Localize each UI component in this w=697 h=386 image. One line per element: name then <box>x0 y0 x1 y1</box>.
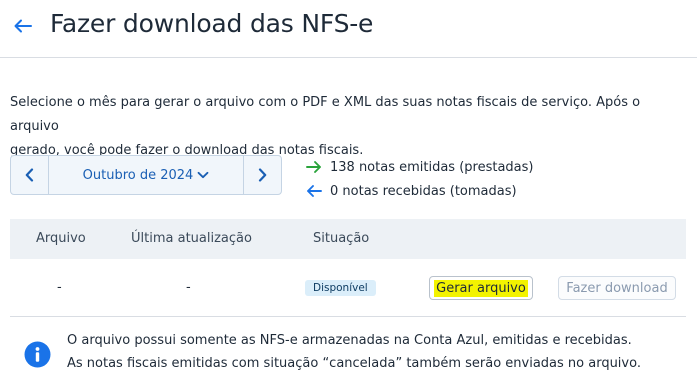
received-notes-text: 0 notas recebidas (tomadas) <box>330 183 517 199</box>
info-line-2: As notas fiscais emitidas com situação “… <box>67 356 641 371</box>
table-header: Arquivo Última atualização Situação <box>10 219 686 259</box>
received-notes-count: 0 notas recebidas (tomadas) <box>306 179 534 203</box>
instructions-text: Selecione o mês para gerar o arquivo com… <box>10 91 680 163</box>
chevron-right-icon <box>258 168 267 182</box>
back-button[interactable] <box>12 13 34 39</box>
column-header-arquivo: Arquivo <box>36 231 86 246</box>
arrow-left-icon <box>306 184 322 198</box>
page-header: Fazer download das NFS-e <box>0 0 697 58</box>
info-line-1: O arquivo possui somente as NFS-e armaze… <box>67 333 632 348</box>
generate-file-button[interactable]: Gerar arquivo <box>429 276 533 300</box>
notes-summary: 138 notas emitidas (prestadas) 0 notas r… <box>306 155 534 203</box>
arrow-left-icon <box>14 19 32 33</box>
issued-notes-text: 138 notas emitidas (prestadas) <box>330 159 534 175</box>
chevron-left-icon <box>25 168 34 182</box>
arrow-right-icon <box>306 160 322 174</box>
status-badge: Disponível <box>305 280 376 296</box>
chevron-down-icon <box>197 171 209 179</box>
month-select[interactable]: Outubro de 2024 <box>49 156 243 194</box>
cell-arquivo: - <box>57 280 62 295</box>
previous-month-button[interactable] <box>11 156 49 194</box>
instructions-line-1: Selecione o mês para gerar o arquivo com… <box>10 95 641 134</box>
download-button[interactable]: Fazer download <box>558 276 676 300</box>
next-month-button[interactable] <box>243 156 281 194</box>
generate-file-label: Gerar arquivo <box>434 279 528 297</box>
month-picker: Outubro de 2024 <box>10 155 282 195</box>
issued-notes-count: 138 notas emitidas (prestadas) <box>306 155 534 179</box>
cell-ultima-atualizacao: - <box>186 280 191 295</box>
table-row: - - Disponível Gerar arquivo Fazer downl… <box>10 259 686 317</box>
column-header-ultima-atualizacao: Última atualização <box>131 231 252 246</box>
info-icon <box>24 341 51 368</box>
info-text: O arquivo possui somente as NFS-e armaze… <box>67 329 641 375</box>
page-title: Fazer download das NFS-e <box>50 9 374 38</box>
column-header-situacao: Situação <box>313 231 370 246</box>
selected-month: Outubro de 2024 <box>82 167 194 183</box>
